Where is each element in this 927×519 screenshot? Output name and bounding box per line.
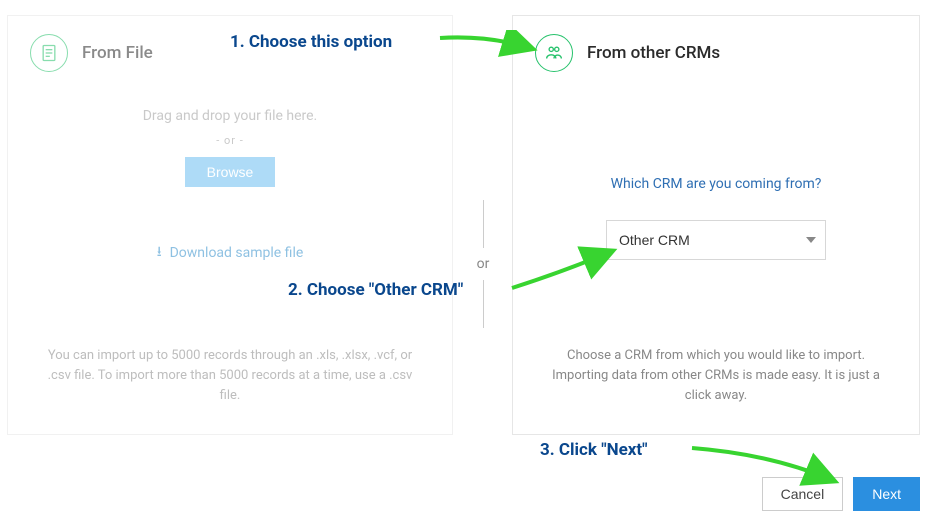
dropzone[interactable]: Drag and drop your file here. - or - Bro… <box>8 108 452 265</box>
from-other-crms-panel[interactable]: From other CRMs Which CRM are you coming… <box>512 15 920 435</box>
from-file-help: You can import up to 5000 records throug… <box>8 328 452 434</box>
cancel-button[interactable]: Cancel <box>762 477 844 511</box>
annotation-3: 3. Click "Next" <box>540 440 648 460</box>
dropzone-text: Drag and drop your file here. <box>8 108 452 124</box>
next-button[interactable]: Next <box>853 477 920 511</box>
footer-buttons: Cancel Next <box>762 477 920 511</box>
crm-select[interactable]: Other CRM <box>606 220 826 260</box>
crm-question: Which CRM are you coming from? <box>513 176 919 192</box>
from-file-panel: From File Drag and drop your file here. … <box>7 15 453 435</box>
download-icon: ⭳ <box>157 241 162 265</box>
divider-or-label: or <box>468 248 498 280</box>
dropzone-or: - or - <box>8 134 452 147</box>
from-file-header: From File <box>8 16 452 80</box>
from-other-crms-header: From other CRMs <box>513 16 919 80</box>
browse-button[interactable]: Browse <box>185 157 276 187</box>
download-sample-link[interactable]: ⭳ Download sample file <box>157 241 304 265</box>
divider-bar-bottom <box>483 280 484 328</box>
download-sample-label: Download sample file <box>170 245 304 261</box>
or-divider: or <box>468 200 498 328</box>
from-other-crms-title: From other CRMs <box>587 43 720 63</box>
from-file-title: From File <box>82 43 153 63</box>
from-other-crms-help: Choose a CRM from which you would like t… <box>513 328 919 434</box>
crm-select-wrap: Other CRM <box>606 220 826 260</box>
divider-bar-top <box>483 200 484 248</box>
people-icon <box>535 34 573 72</box>
file-icon <box>30 34 68 72</box>
